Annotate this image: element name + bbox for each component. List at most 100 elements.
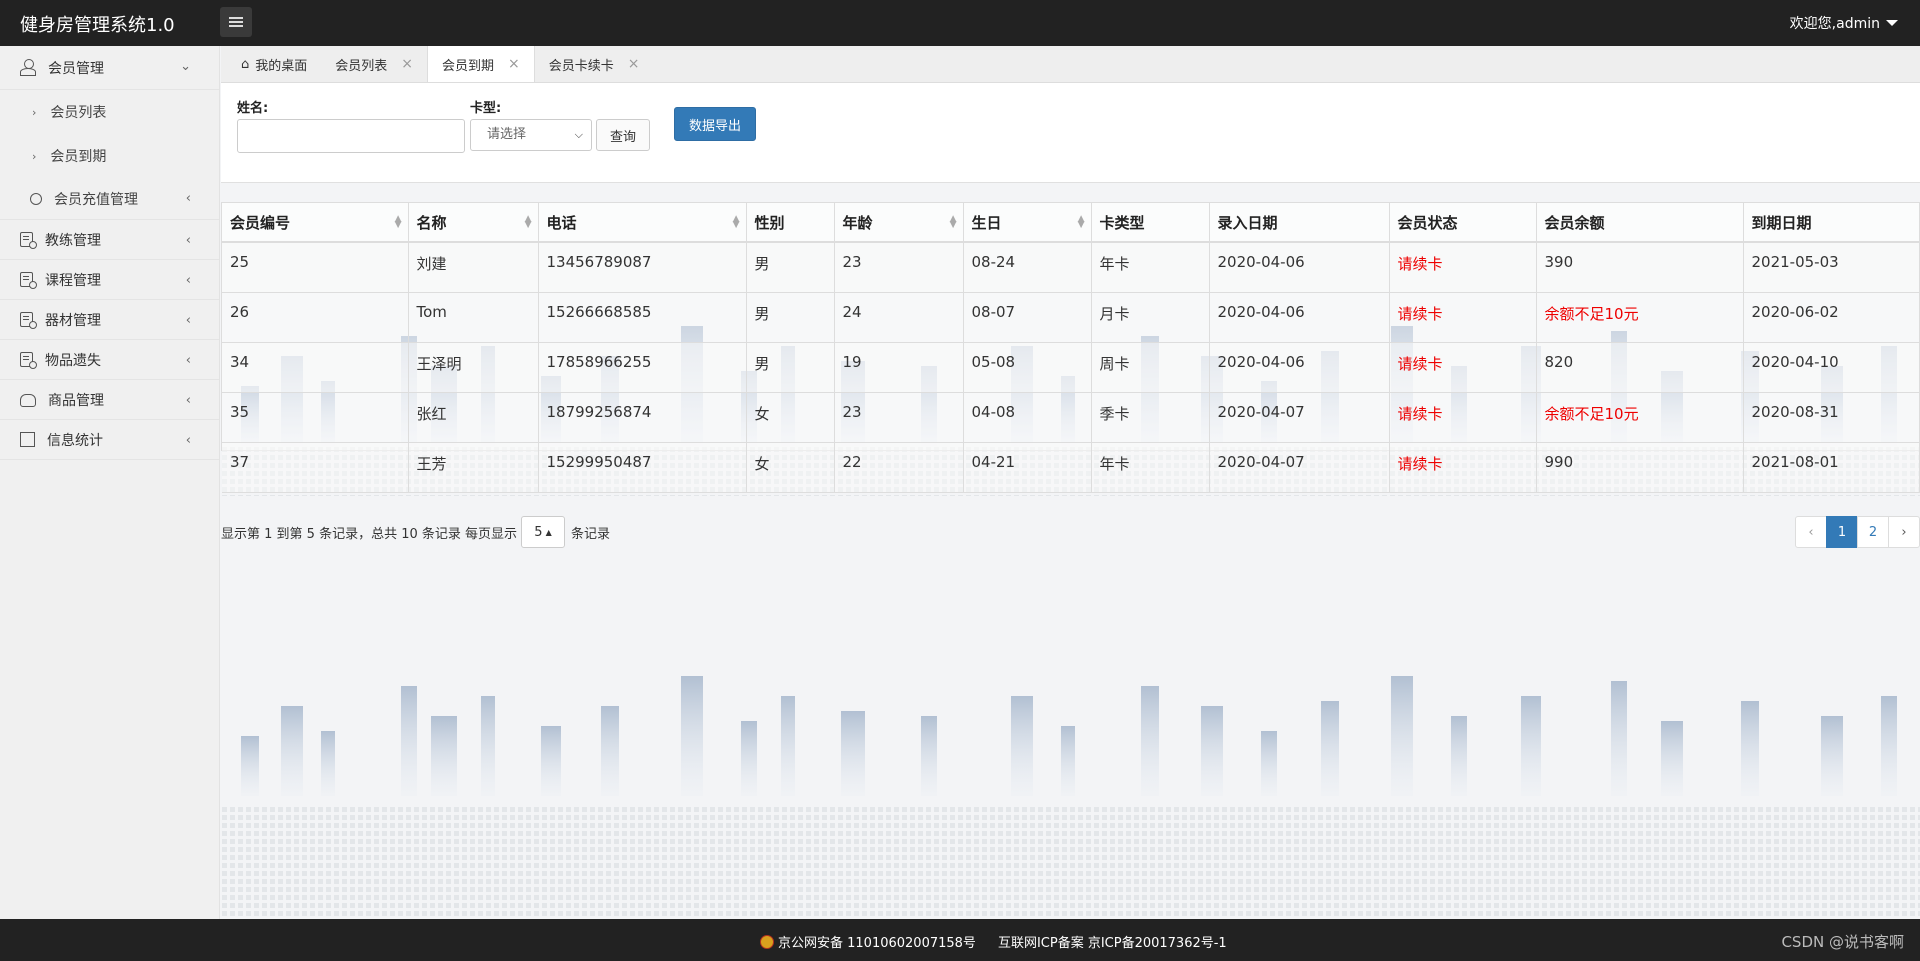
cell-entry-date: 2020-04-06: [1209, 342, 1390, 393]
prev-page-button[interactable]: ‹: [1795, 516, 1827, 548]
cell-entry-date: 2020-04-06: [1209, 242, 1390, 293]
chevron-right-icon: ›: [32, 149, 37, 163]
sidebar-group-lost-items[interactable]: 物品遗失 ‹: [0, 340, 219, 380]
sort-icon: ▲ ▼: [732, 214, 740, 230]
cell-balance: 820: [1536, 342, 1744, 393]
tab-member-list[interactable]: 会员列表 ×: [321, 46, 427, 82]
chevron-left-icon: ‹: [185, 393, 191, 408]
sidebar-item-member-list[interactable]: › 会员列表: [0, 90, 219, 134]
cell-balance: 余额不足10元: [1536, 292, 1744, 343]
cell-birthday: 05-08: [963, 342, 1092, 393]
cell-birthday: 04-08: [963, 392, 1092, 443]
cell-expiry-date: 2020-08-31: [1743, 392, 1920, 443]
table-row[interactable]: 35 张红 18799256874 女 23 04-08 季卡 2020-04-…: [222, 392, 1920, 443]
sidebar-item-member-expiry[interactable]: › 会员到期: [0, 134, 219, 178]
pagination-info: 显示第 1 到第 5 条记录，总共 10 条记录 每页显示 5 ▲ 条记录: [221, 516, 610, 548]
pagination-info-prefix: 显示第 1 到第 5 条记录，总共 10 条记录 每页显示: [221, 526, 518, 542]
csdn-watermark: CSDN @说书客啊: [1781, 933, 1904, 951]
close-icon[interactable]: ×: [508, 56, 520, 72]
chevron-left-icon: ‹: [185, 433, 191, 448]
table-row[interactable]: 37 王芳 15299950487 女 22 04-21 年卡 2020-04-…: [222, 442, 1920, 493]
column-header[interactable]: 年龄 ▲ ▼: [834, 203, 964, 243]
cell-id: 25: [222, 242, 409, 293]
icp-record-link[interactable]: 互联网ICP备案 京ICP备20017362号-1: [998, 932, 1227, 951]
home-icon: ⌂: [241, 56, 250, 72]
card-type-select[interactable]: 请选择 ⌵: [470, 119, 592, 151]
cell-status: 请续卡: [1389, 292, 1537, 343]
menu-toggle-button[interactable]: [220, 7, 252, 37]
query-button[interactable]: 查询: [596, 119, 650, 151]
column-header: 会员余额: [1536, 203, 1744, 243]
footer: 京公网安备 11010602007158号 互联网ICP备案 京ICP备2001…: [0, 919, 1920, 961]
page-size-select[interactable]: 5 ▲: [521, 516, 566, 548]
table-row[interactable]: 26 Tom 15266668585 男 24 08-07 月卡 2020-04…: [222, 292, 1920, 343]
user-menu[interactable]: 欢迎您,admin: [1790, 13, 1898, 33]
sort-icon: ▲ ▼: [949, 214, 957, 230]
sidebar-group-label: 物品遗失: [45, 352, 101, 369]
cell-phone: 17858966255: [538, 342, 747, 393]
doc-icon: [20, 352, 37, 369]
page-size-value: 5: [534, 524, 543, 540]
caret-up-icon: ▲: [545, 527, 552, 537]
chevron-left-icon: ‹: [185, 191, 191, 206]
table-row[interactable]: 34 王泽明 17858966255 男 19 05-08 周卡 2020-04…: [222, 342, 1920, 393]
column-header[interactable]: 名称 ▲ ▼: [408, 203, 539, 243]
sidebar: 会员管理 ⌄ › 会员列表 › 会员到期 会员充值管理 ‹ 教练管理 ‹ 课程管…: [0, 46, 220, 919]
cell-card-type: 年卡: [1091, 442, 1210, 493]
export-button[interactable]: 数据导出: [674, 107, 756, 141]
cell-age: 19: [834, 342, 964, 393]
cell-card-type: 周卡: [1091, 342, 1210, 393]
hamburger-icon: [229, 17, 243, 27]
tab-member-expiry[interactable]: 会员到期 ×: [427, 46, 535, 82]
police-record-link[interactable]: 京公网安备 11010602007158号: [778, 932, 976, 951]
cell-gender: 男: [746, 242, 835, 293]
recharge-icon: [30, 192, 42, 205]
table-row[interactable]: 25 刘建 13456789087 男 23 08-24 年卡 2020-04-…: [222, 242, 1920, 293]
sidebar-group-equipment[interactable]: 器材管理 ‹: [0, 300, 219, 340]
footer-records: 京公网安备 11010602007158号 互联网ICP备案 京ICP备2001…: [760, 932, 1227, 951]
sidebar-group-label: 教练管理: [45, 232, 101, 249]
cell-gender: 男: [746, 292, 835, 343]
chevron-left-icon: ‹: [185, 233, 191, 248]
page-button[interactable]: 2: [1857, 516, 1889, 548]
cell-card-type: 年卡: [1091, 242, 1210, 293]
caret-down-icon: [1886, 20, 1898, 26]
tab-bar: ⌂ 我的桌面 会员列表 × 会员到期 × 会员卡续卡 ×: [221, 46, 1920, 83]
cell-status: 请续卡: [1389, 242, 1537, 293]
chevron-down-icon: ⌵: [574, 128, 583, 141]
sidebar-group-goods[interactable]: 商品管理 ‹: [0, 380, 219, 420]
cell-name: 张红: [408, 392, 539, 443]
column-header[interactable]: 电话 ▲ ▼: [538, 203, 747, 243]
tab-label: 会员到期: [442, 58, 495, 74]
sidebar-group-member[interactable]: 会员管理 ⌄: [0, 46, 219, 90]
tab-label: 会员列表: [335, 58, 388, 74]
close-icon[interactable]: ×: [401, 56, 413, 72]
cell-phone: 15266668585: [538, 292, 747, 343]
cell-id: 26: [222, 292, 409, 343]
page-button[interactable]: 1: [1826, 516, 1858, 548]
sidebar-group-label: 课程管理: [45, 272, 101, 289]
column-header[interactable]: 会员编号 ▲ ▼: [222, 203, 409, 243]
sidebar-item-member-recharge[interactable]: 会员充值管理 ‹: [0, 178, 219, 220]
sidebar-group-statistics[interactable]: 信息统计 ‹: [0, 420, 219, 460]
sidebar-group-course[interactable]: 课程管理 ‹: [0, 260, 219, 300]
cell-status: 请续卡: [1389, 392, 1537, 443]
name-input[interactable]: [237, 119, 465, 153]
cell-id: 35: [222, 392, 409, 443]
sidebar-group-label: 信息统计: [47, 432, 103, 449]
sidebar-group-label: 商品管理: [48, 392, 104, 409]
column-header[interactable]: 生日 ▲ ▼: [963, 203, 1092, 243]
bag-icon: [20, 394, 36, 407]
tab-card-renewal[interactable]: 会员卡续卡 ×: [535, 46, 654, 82]
cell-balance: 990: [1536, 442, 1744, 493]
sidebar-group-coach[interactable]: 教练管理 ‹: [0, 220, 219, 260]
filter-panel: 姓名: 卡型: 请选择 ⌵ 查询 数据导出: [221, 83, 1920, 183]
tab-my-desktop[interactable]: ⌂ 我的桌面: [227, 46, 321, 82]
cell-card-type: 季卡: [1091, 392, 1210, 443]
cell-id: 37: [222, 442, 409, 493]
column-header: 录入日期: [1209, 203, 1390, 243]
next-page-button[interactable]: ›: [1888, 516, 1920, 548]
close-icon[interactable]: ×: [628, 56, 640, 72]
column-header: 会员状态: [1389, 203, 1537, 243]
cell-expiry-date: 2020-04-10: [1743, 342, 1920, 393]
